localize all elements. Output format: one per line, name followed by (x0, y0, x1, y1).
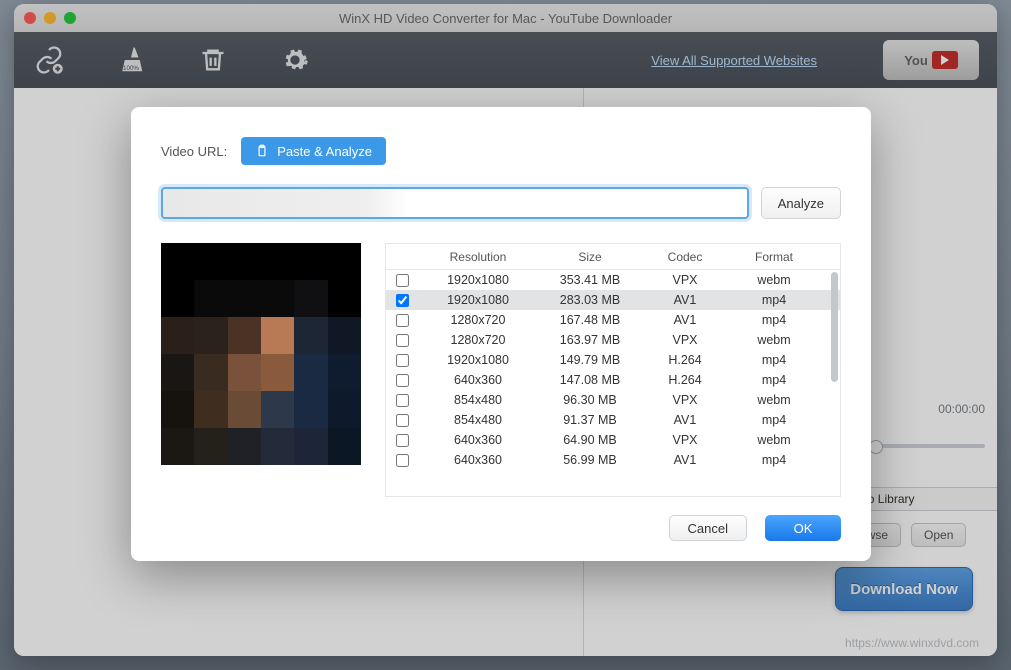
cell-codec: H.264 (642, 373, 728, 387)
analyze-button[interactable]: Analyze (761, 187, 841, 219)
cell-size: 147.08 MB (538, 373, 642, 387)
row-checkbox[interactable] (396, 414, 409, 427)
cell-size: 167.48 MB (538, 313, 642, 327)
row-checkbox[interactable] (396, 454, 409, 467)
cell-format: webm (728, 273, 820, 287)
row-checkbox[interactable] (396, 314, 409, 327)
row-checkbox[interactable] (396, 294, 409, 307)
cell-codec: AV1 (642, 413, 728, 427)
cell-resolution: 854x480 (418, 413, 538, 427)
cell-size: 56.99 MB (538, 453, 642, 467)
cell-codec: AV1 (642, 313, 728, 327)
cell-format: mp4 (728, 313, 820, 327)
cell-resolution: 854x480 (418, 393, 538, 407)
table-row[interactable]: 854x48091.37 MBAV1mp4 (386, 410, 840, 430)
cell-codec: VPX (642, 433, 728, 447)
cell-codec: VPX (642, 393, 728, 407)
cell-format: webm (728, 393, 820, 407)
table-header: Resolution Size Codec Format (386, 244, 840, 270)
row-checkbox[interactable] (396, 374, 409, 387)
cell-size: 96.30 MB (538, 393, 642, 407)
cell-codec: AV1 (642, 453, 728, 467)
cell-format: mp4 (728, 373, 820, 387)
cell-resolution: 1280x720 (418, 313, 538, 327)
paste-analyze-label: Paste & Analyze (277, 144, 372, 159)
cell-format: webm (728, 433, 820, 447)
cell-resolution: 1920x1080 (418, 353, 538, 367)
cell-format: mp4 (728, 413, 820, 427)
cell-format: mp4 (728, 293, 820, 307)
row-checkbox[interactable] (396, 434, 409, 447)
table-body: 1920x1080353.41 MBVPXwebm1920x1080283.03… (386, 270, 840, 496)
cell-resolution: 640x360 (418, 453, 538, 467)
row-checkbox[interactable] (396, 334, 409, 347)
table-row[interactable]: 1920x1080353.41 MBVPXwebm (386, 270, 840, 290)
col-codec: Codec (642, 244, 728, 269)
col-format: Format (728, 244, 820, 269)
cell-format: webm (728, 333, 820, 347)
cell-format: mp4 (728, 453, 820, 467)
video-thumbnail (161, 243, 361, 465)
paste-analyze-button[interactable]: Paste & Analyze (241, 137, 386, 165)
cell-size: 353.41 MB (538, 273, 642, 287)
cell-codec: VPX (642, 333, 728, 347)
table-row[interactable]: 1920x1080149.79 MBH.264mp4 (386, 350, 840, 370)
video-url-input[interactable] (161, 187, 749, 219)
cell-resolution: 1920x1080 (418, 293, 538, 307)
cell-resolution: 640x360 (418, 433, 538, 447)
table-row[interactable]: 1280x720163.97 MBVPXwebm (386, 330, 840, 350)
table-row[interactable]: 1280x720167.48 MBAV1mp4 (386, 310, 840, 330)
video-url-label: Video URL: (161, 144, 227, 159)
format-table: Resolution Size Codec Format 1920x108035… (385, 243, 841, 497)
table-row[interactable]: 640x360147.08 MBH.264mp4 (386, 370, 840, 390)
col-resolution: Resolution (418, 244, 538, 269)
cell-size: 91.37 MB (538, 413, 642, 427)
table-row[interactable]: 640x36064.90 MBVPXwebm (386, 430, 840, 450)
table-row[interactable]: 854x48096.30 MBVPXwebm (386, 390, 840, 410)
table-row[interactable]: 1920x1080283.03 MBAV1mp4 (386, 290, 840, 310)
cell-resolution: 640x360 (418, 373, 538, 387)
table-scrollbar[interactable] (831, 272, 838, 494)
cell-resolution: 1280x720 (418, 333, 538, 347)
analyze-modal: Video URL: Paste & Analyze Analyze Resol… (131, 107, 871, 561)
col-size: Size (538, 244, 642, 269)
cell-size: 283.03 MB (538, 293, 642, 307)
cell-codec: VPX (642, 273, 728, 287)
cell-format: mp4 (728, 353, 820, 367)
cell-size: 149.79 MB (538, 353, 642, 367)
cell-codec: AV1 (642, 293, 728, 307)
cell-size: 163.97 MB (538, 333, 642, 347)
cancel-button[interactable]: Cancel (669, 515, 747, 541)
row-checkbox[interactable] (396, 274, 409, 287)
clipboard-icon (255, 144, 269, 158)
table-row[interactable]: 640x36056.99 MBAV1mp4 (386, 450, 840, 470)
row-checkbox[interactable] (396, 354, 409, 367)
ok-button[interactable]: OK (765, 515, 841, 541)
cell-codec: H.264 (642, 353, 728, 367)
cell-size: 64.90 MB (538, 433, 642, 447)
cell-resolution: 1920x1080 (418, 273, 538, 287)
row-checkbox[interactable] (396, 394, 409, 407)
